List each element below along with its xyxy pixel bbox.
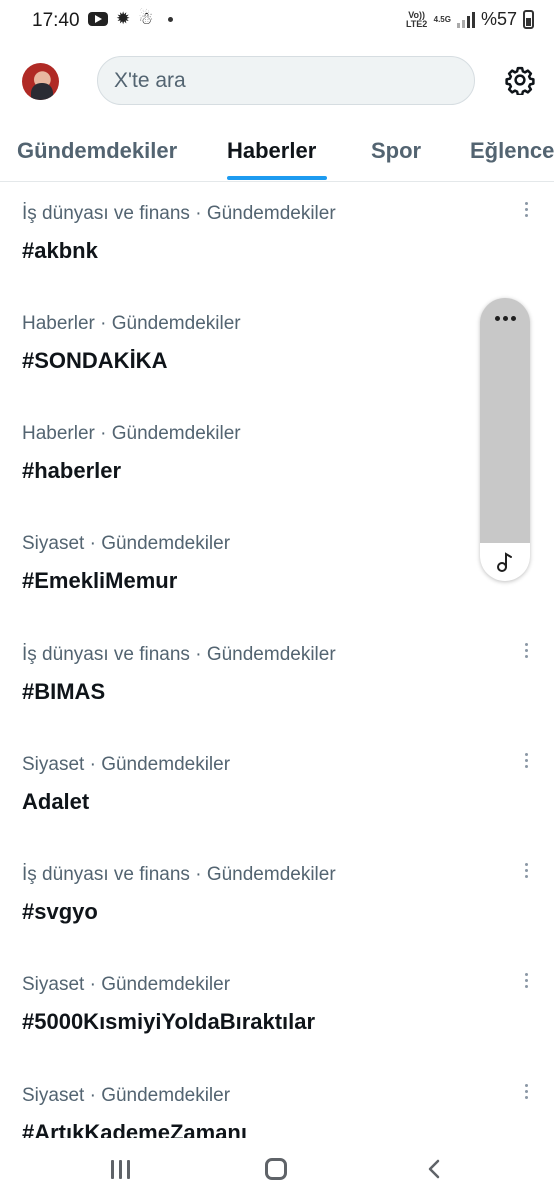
- search-placeholder: X'te ara: [114, 68, 186, 92]
- settings-sun-icon: ✹: [116, 9, 131, 28]
- app-notification-icon: ☃: [138, 9, 154, 28]
- youtube-icon: [88, 12, 108, 26]
- trend-item[interactable]: Haberler · Gündemdekiler #haberler: [0, 404, 554, 514]
- trend-name: #svgyo: [22, 899, 98, 924]
- more-vertical-icon[interactable]: [522, 202, 530, 222]
- music-note-icon: [497, 552, 512, 572]
- active-tab-indicator: [227, 176, 327, 180]
- trend-category: Haberler · Gündemdekiler: [22, 423, 241, 444]
- back-icon[interactable]: [424, 1158, 444, 1180]
- battery-percentage: %57: [480, 9, 517, 29]
- status-system-icons: Vo)) LTE2 4.5G %57: [406, 9, 534, 30]
- dot-icon: [167, 16, 173, 22]
- trend-name: #EmekliMemur: [22, 568, 178, 593]
- gear-icon[interactable]: [505, 65, 535, 95]
- volte-indicator: Vo)) LTE2: [405, 9, 428, 29]
- status-time: 17:40: [32, 10, 80, 31]
- trend-category: Siyaset · Gündemdekiler: [22, 533, 231, 554]
- trend-item[interactable]: İş dünyası ve finans · Gündemdekiler #BI…: [0, 625, 554, 735]
- trend-category: İş dünyası ve finans · Gündemdekiler: [22, 864, 336, 885]
- top-header: X'te ara: [0, 54, 554, 108]
- floating-media-widget[interactable]: [480, 298, 530, 581]
- explore-tabs: Gündemdekiler Haberler Spor Eğlence: [0, 130, 554, 182]
- recent-apps-icon[interactable]: [111, 1160, 130, 1179]
- home-icon[interactable]: [265, 1158, 287, 1180]
- search-input[interactable]: X'te ara: [97, 56, 475, 105]
- trend-item[interactable]: Siyaset · Gündemdekiler #5000KısmiyiYold…: [0, 955, 554, 1065]
- trend-category: Siyaset · Gündemdekiler: [22, 754, 231, 775]
- trend-item[interactable]: İş dünyası ve finans · Gündemdekiler #sv…: [0, 845, 554, 955]
- trend-name: #akbnk: [22, 238, 98, 263]
- more-vertical-icon[interactable]: [522, 643, 530, 663]
- trend-name: #BIMAS: [22, 679, 106, 704]
- more-vertical-icon[interactable]: [522, 1084, 530, 1104]
- trend-item[interactable]: Haberler · Gündemdekiler #SONDAKİKA: [0, 294, 554, 404]
- tab-eglence[interactable]: Eğlence: [470, 138, 554, 164]
- trend-name: #haberler: [22, 458, 122, 483]
- trend-category: Haberler · Gündemdekiler: [22, 313, 241, 334]
- trend-category: Siyaset · Gündemdekiler: [22, 974, 231, 995]
- avatar[interactable]: [22, 63, 59, 100]
- tab-gundemdekiler[interactable]: Gündemdekiler: [17, 138, 177, 164]
- trend-name: Adalet: [22, 789, 90, 814]
- battery-icon: [523, 10, 534, 29]
- more-vertical-icon[interactable]: [522, 753, 530, 773]
- more-vertical-icon[interactable]: [522, 863, 530, 883]
- network-type: 4.5G: [433, 15, 451, 24]
- trend-category: İş dünyası ve finans · Gündemdekiler: [22, 644, 336, 665]
- trend-item[interactable]: İş dünyası ve finans · Gündemdekiler #ak…: [0, 184, 554, 294]
- status-bar: 17:40 ✹ ☃ Vo)) LTE2 4.5G %57: [0, 0, 554, 42]
- tab-haberler[interactable]: Haberler: [227, 138, 316, 164]
- tab-spor[interactable]: Spor: [371, 138, 421, 164]
- status-notification-icons: ✹ ☃: [88, 10, 173, 28]
- more-horizontal-icon[interactable]: [480, 316, 530, 321]
- trend-item[interactable]: Siyaset · Gündemdekiler Adalet: [0, 735, 554, 845]
- trend-category: İş dünyası ve finans · Gündemdekiler: [22, 203, 336, 224]
- trend-category: Siyaset · Gündemdekiler: [22, 1085, 231, 1106]
- trend-name: #SONDAKİKA: [22, 348, 168, 373]
- trend-name: #5000KısmiyiYoldaBıraktılar: [22, 1009, 316, 1034]
- signal-icon: [456, 11, 475, 28]
- trend-item[interactable]: Siyaset · Gündemdekiler #EmekliMemur: [0, 514, 554, 624]
- music-note-button[interactable]: [480, 543, 530, 581]
- more-vertical-icon[interactable]: [522, 973, 530, 993]
- system-nav-bar: [0, 1138, 554, 1200]
